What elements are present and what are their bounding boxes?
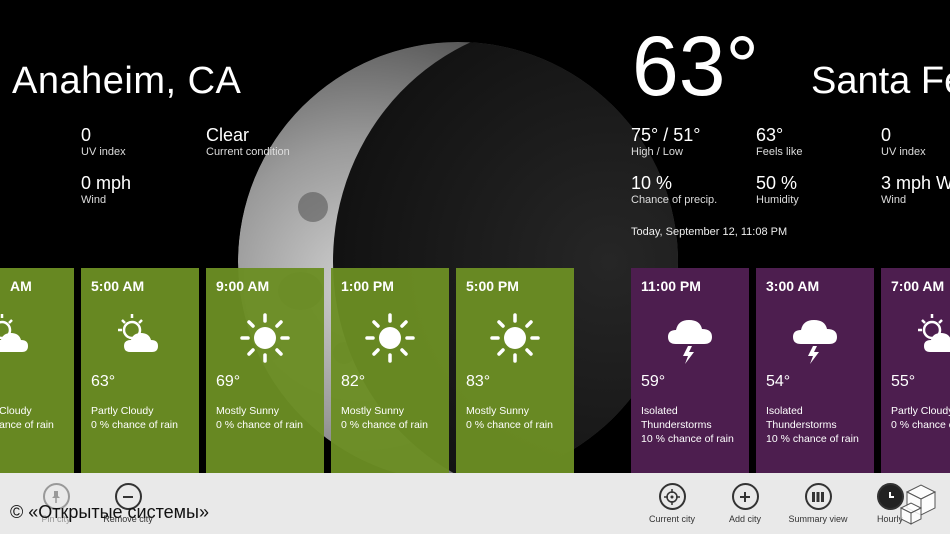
hourly-tile[interactable]: 7:00 AM 55° Partly Cloudy0 % chance of bbox=[881, 268, 950, 473]
humidity: 50 % Humidity bbox=[756, 173, 799, 206]
current-temperature: 63° bbox=[632, 19, 760, 113]
tile-description: Isolated Thunderstorms 10 % chance of rain bbox=[766, 405, 859, 445]
add-city-button[interactable]: Add city bbox=[713, 483, 777, 524]
tile-description: Cloudy ance of rain bbox=[0, 405, 54, 431]
tile-description: Partly Cloudy 0 % chance of rain bbox=[91, 405, 178, 431]
current-condition-left: Clear Current condition bbox=[206, 125, 290, 158]
high-low: 75° / 51° High / Low bbox=[631, 125, 701, 158]
tile-temperature: 69° bbox=[216, 373, 241, 390]
city-name-right: Santa Fe bbox=[811, 60, 950, 102]
tile-time: 7:00 AM bbox=[891, 278, 945, 294]
tile-description: Isolated Thunderstorms 10 % chance of rain bbox=[641, 405, 734, 445]
tile-description: Mostly Sunny 0 % chance of rain bbox=[216, 405, 303, 431]
tile-description: Mostly Sunny 0 % chance of rain bbox=[466, 405, 553, 431]
hourly-tile[interactable]: 5:00 AM 63° Partly Cloudy 0 % chance of r… bbox=[81, 268, 199, 473]
thunderstorm-icon bbox=[631, 310, 749, 366]
sun-icon bbox=[456, 310, 574, 366]
uv-index-right: 0 UV index bbox=[881, 125, 926, 158]
tile-temperature: 63° bbox=[91, 373, 116, 390]
tile-temperature: 55° bbox=[891, 373, 916, 390]
partly-cloudy-icon bbox=[0, 310, 69, 366]
tile-time: 3:00 AM bbox=[766, 278, 820, 294]
tile-description: Partly Cloudy0 % chance of bbox=[891, 405, 950, 431]
tile-time: 1:00 PM bbox=[341, 278, 394, 294]
tile-time: AM bbox=[10, 278, 32, 294]
hourly-tile[interactable]: 3:00 AM 54° Isolated Thunderstorms 10 % ch… bbox=[756, 268, 874, 473]
plus-icon bbox=[731, 483, 759, 510]
city-name-left: Anaheim, CA bbox=[12, 60, 242, 102]
location-target-icon bbox=[658, 483, 686, 510]
tile-time: 11:00 PM bbox=[641, 278, 701, 294]
hourly-tile[interactable]: 1:00 PM 82° Mostly Sunny 0 % chance of ra… bbox=[331, 268, 449, 473]
thunderstorm-icon bbox=[756, 310, 874, 366]
summary-view-button[interactable]: Summary view bbox=[786, 483, 850, 524]
current-city-button[interactable]: Current city bbox=[640, 483, 704, 524]
sun-icon bbox=[331, 310, 449, 366]
tile-time: 5:00 PM bbox=[466, 278, 519, 294]
tile-temperature: 59° bbox=[641, 373, 666, 390]
chance-of-precip: 10 % Chance of precip. bbox=[631, 173, 718, 206]
hourly-tile[interactable]: 9:00 AM 69° Mostly Sunny 0 % chance of ra… bbox=[206, 268, 324, 473]
cube-logo-icon bbox=[897, 478, 947, 533]
tile-temperature: 82° bbox=[341, 373, 366, 390]
tile-time: 5:00 AM bbox=[91, 278, 145, 294]
tile-description: Mostly Sunny 0 % chance of rain bbox=[341, 405, 428, 431]
tile-temperature: 83° bbox=[466, 373, 491, 390]
uv-index-left: 0 UV index bbox=[81, 125, 126, 158]
partly-cloudy-icon bbox=[81, 310, 199, 366]
hourly-tile[interactable]: AM Cloudy ance of rain bbox=[0, 268, 74, 473]
feels-like: 63° Feels like bbox=[756, 125, 803, 158]
hourly-tile[interactable]: 5:00 PM 83° Mostly Sunny 0 % chance of ra… bbox=[456, 268, 574, 473]
wind-left: 0 mph Wind bbox=[81, 173, 132, 206]
tile-time: 9:00 AM bbox=[216, 278, 270, 294]
columns-icon bbox=[804, 483, 832, 510]
tile-temperature: 54° bbox=[766, 373, 791, 390]
updated-timestamp: Today, September 12, 11:08 PM bbox=[631, 226, 788, 238]
partly-cloudy-icon bbox=[881, 310, 950, 366]
hourly-tile[interactable]: 11:00 PM 59° Isolated Thunderstorms 10 % c… bbox=[631, 268, 749, 473]
copyright-watermark: © «Открытые системы» bbox=[10, 502, 209, 522]
sun-icon bbox=[206, 310, 324, 366]
wind-right: 3 mph W Wind bbox=[881, 173, 950, 206]
